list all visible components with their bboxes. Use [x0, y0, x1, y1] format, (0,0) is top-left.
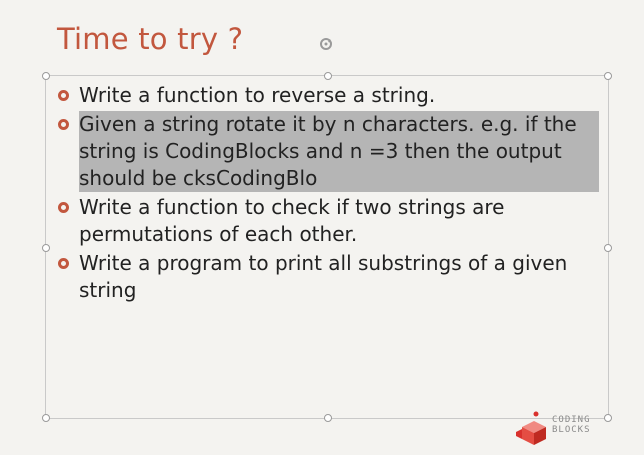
bullet-text-selected[interactable]: Given a string rotate it by n characters… [79, 111, 599, 192]
resize-handle-top-center[interactable] [324, 72, 332, 80]
bullet-text[interactable]: Write a function to check if two strings… [79, 194, 599, 248]
slide-title[interactable]: Time to try ? [57, 22, 243, 56]
resize-handle-top-left[interactable] [42, 72, 50, 80]
coding-blocks-logo: CODING BLOCKS [514, 410, 619, 450]
coding-blocks-cube-icon [516, 411, 546, 445]
rotate-handle-icon[interactable] [318, 36, 334, 52]
logo-text-line1: CODING [552, 415, 591, 425]
bullet-item-permutations[interactable]: Write a function to check if two strings… [58, 194, 618, 248]
resize-handle-top-right[interactable] [604, 72, 612, 80]
bullet-text[interactable]: Write a program to print all substrings … [79, 250, 599, 304]
bullet-item-reverse-string[interactable]: Write a function to reverse a string. [58, 82, 618, 109]
resize-handle-bottom-left[interactable] [42, 414, 50, 422]
resize-handle-middle-left[interactable] [42, 244, 50, 252]
logo-text: CODING BLOCKS [552, 415, 591, 435]
bullet-item-substrings[interactable]: Write a program to print all substrings … [58, 250, 618, 304]
bullet-marker-icon [58, 90, 69, 101]
logo-text-line2: BLOCKS [552, 425, 591, 435]
bullet-text[interactable]: Write a function to reverse a string. [79, 82, 435, 109]
slide-canvas: Time to try ? Write a function to revers… [0, 0, 644, 455]
bullet-item-rotate-string[interactable]: Given a string rotate it by n characters… [58, 111, 618, 192]
bullet-list: Write a function to reverse a string. Gi… [58, 82, 618, 306]
bullet-marker-icon [58, 258, 69, 269]
resize-handle-bottom-center[interactable] [324, 414, 332, 422]
bullet-marker-icon [58, 119, 69, 130]
bullet-marker-icon [58, 202, 69, 213]
